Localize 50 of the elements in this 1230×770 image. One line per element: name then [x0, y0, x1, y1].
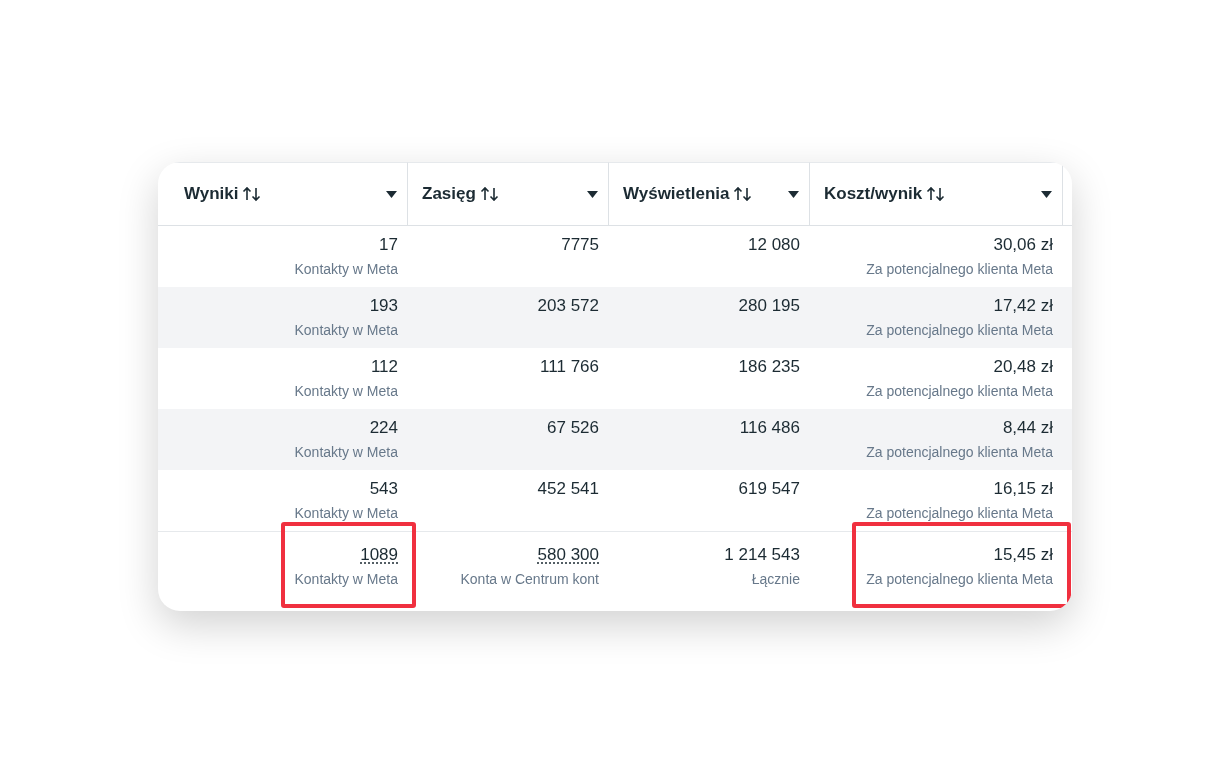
table-cell: 20,48 zł — [993, 356, 1053, 378]
cell-caption: Za potencjalnego klienta Meta — [866, 382, 1053, 401]
cell-caption: Za potencjalnego klienta Meta — [866, 260, 1053, 279]
column-header[interactable]: Zasięg — [422, 184, 476, 204]
caret-icon[interactable] — [1041, 190, 1052, 198]
table-cell: 30,06 zł — [993, 234, 1053, 256]
caret-icon[interactable] — [788, 190, 799, 198]
sort-icon[interactable] — [926, 186, 947, 202]
cell-caption: Kontakty w Meta — [294, 260, 398, 279]
cell-caption: Konta w Centrum kont — [460, 570, 599, 589]
cell-caption: Za potencjalnego klienta Meta — [866, 504, 1053, 523]
column-header[interactable]: Koszt/wynik — [824, 184, 923, 204]
sort-icon[interactable] — [733, 186, 754, 202]
table-cell: 111 766 — [540, 356, 599, 378]
table-cell: 580 300 — [537, 544, 599, 566]
table-cell: 116 486 — [739, 417, 800, 439]
cell-caption: Kontakty w Meta — [294, 504, 398, 523]
column-header[interactable]: Wyświetlenia — [623, 184, 730, 204]
table-cell: 16,15 zł — [993, 478, 1053, 500]
table-cell: 7775 — [561, 234, 599, 256]
cell-caption: Kontakty w Meta — [294, 382, 398, 401]
column-header[interactable]: Wyniki — [184, 184, 239, 204]
table-cell: 17 — [379, 234, 398, 256]
cell-caption: Łącznie — [751, 570, 800, 589]
table-cell: 1 214 543 — [724, 544, 800, 566]
table-cell: 186 235 — [738, 356, 800, 378]
table-cell: 8,44 zł — [1002, 417, 1053, 439]
table-cell: 452 541 — [537, 478, 599, 500]
cell-caption: Za potencjalnego klienta Meta — [866, 570, 1053, 589]
cell-caption: Za potencjalnego klienta Meta — [866, 321, 1053, 340]
cell-caption: Za potencjalnego klienta Meta — [866, 443, 1053, 462]
table-cell: 193 — [369, 295, 398, 317]
table-cell: 224 — [369, 417, 398, 439]
table-cell: 17,42 zł — [993, 295, 1053, 317]
sort-icon[interactable] — [479, 186, 500, 202]
cell-caption: Kontakty w Meta — [294, 443, 398, 462]
cell-caption: Kontakty w Meta — [294, 321, 398, 340]
table-cell: 619 547 — [738, 478, 800, 500]
table-cell: 15,45 zł — [993, 544, 1053, 566]
table-cell: 67 526 — [547, 417, 599, 439]
table-cell: 203 572 — [537, 295, 599, 317]
table-cell: 543 — [369, 478, 398, 500]
table-cell: 112 — [370, 356, 398, 378]
table-cell: 12 080 — [748, 234, 800, 256]
table-cell: 1089 — [360, 544, 398, 566]
caret-icon[interactable] — [386, 190, 397, 198]
caret-icon[interactable] — [587, 190, 598, 198]
table-cell: 280 195 — [738, 295, 800, 317]
sort-icon[interactable] — [242, 186, 263, 202]
cell-caption: Kontakty w Meta — [294, 570, 398, 589]
